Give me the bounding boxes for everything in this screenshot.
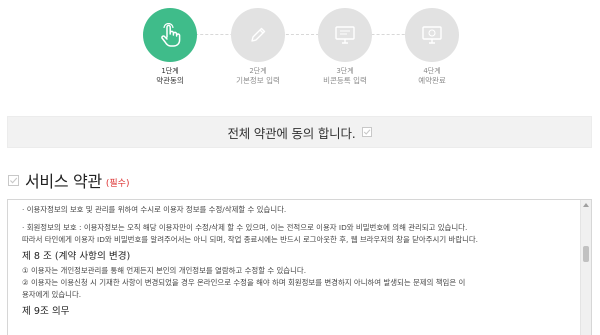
scrollbar-thumb[interactable]	[583, 246, 589, 262]
pencil-icon	[251, 27, 266, 42]
step-2-label: 기본정보 입력	[236, 76, 280, 85]
agree-all-label: 전체 약관에 동의 합니다.	[227, 125, 356, 141]
section-title: 서비스 약관	[25, 172, 102, 191]
terms-content: · 이용자정보의 보호 및 관리를 위하여 수시로 이용자 정보를 수정/삭제할…	[22, 204, 570, 320]
article-8-title: 제 8 조 (계약 사항의 변경)	[22, 251, 131, 262]
monitor-check-icon	[422, 26, 442, 44]
terms-line: · 이용자정보의 보호 및 관리를 위하여 수시로 이용자 정보를 수정/삭제할…	[22, 205, 287, 214]
service-terms-heading: 서비스 약관 (필수)	[8, 168, 129, 192]
service-terms-checkbox-icon[interactable]	[8, 174, 19, 186]
agree-all-checkbox[interactable]: 전체 약관에 동의 합니다.	[7, 116, 592, 148]
monitor-icon	[335, 26, 355, 44]
terms-line: · 회원정보의 보호 : 이용자정보는 오직 해당 이용자만이 수정/삭제 할 …	[22, 223, 468, 232]
step-2-circle	[231, 8, 285, 62]
step-1-circle	[143, 8, 197, 62]
step-3-label: 비콘등록 입력	[323, 76, 367, 85]
step-1: 1단계 약관동의	[120, 8, 220, 86]
checkbox-icon[interactable]	[361, 127, 372, 137]
step-4-label: 예약완료	[418, 76, 446, 85]
step-1-number: 1단계	[161, 67, 179, 75]
terms-line: 따라서 타인에게 이용자 ID와 비밀번호를 알려주어서는 아니 되며, 작업 …	[22, 235, 479, 244]
required-badge: (필수)	[105, 178, 130, 189]
step-indicator: 1단계 약관동의 2단계 기본정보 입력 3단계 비콘등록 입력 4단계 예약완…	[0, 0, 600, 100]
terms-line: ① 이용자는 개인정보관리를 통해 언제든지 본인의 개인정보를 열람하고 수정…	[22, 266, 307, 275]
terms-line: ② 이용자는 이용신청 시 기재한 사항이 변경되었을 경우 온라인으로 수정을…	[22, 278, 466, 287]
step-2-number: 2단계	[249, 67, 267, 75]
step-3-circle	[318, 8, 372, 62]
terms-line: 용자에게 있습니다.	[22, 290, 82, 299]
article-9-title: 제 9조 의무	[22, 306, 70, 317]
step-4: 4단계 예약완료	[382, 8, 482, 86]
scroll-up-icon[interactable]	[583, 203, 589, 207]
step-3-number: 3단계	[336, 67, 354, 75]
step-4-circle	[405, 8, 459, 62]
pointer-hand-icon	[161, 23, 181, 47]
step-2: 2단계 기본정보 입력	[208, 8, 308, 86]
step-3: 3단계 비콘등록 입력	[295, 8, 395, 86]
step-1-label: 약관동의	[156, 76, 184, 85]
scrollbar[interactable]	[580, 200, 591, 335]
terms-scroll-box[interactable]: · 이용자정보의 보호 및 관리를 위하여 수시로 이용자 정보를 수정/삭제할…	[7, 199, 592, 335]
step-4-number: 4단계	[423, 67, 441, 75]
